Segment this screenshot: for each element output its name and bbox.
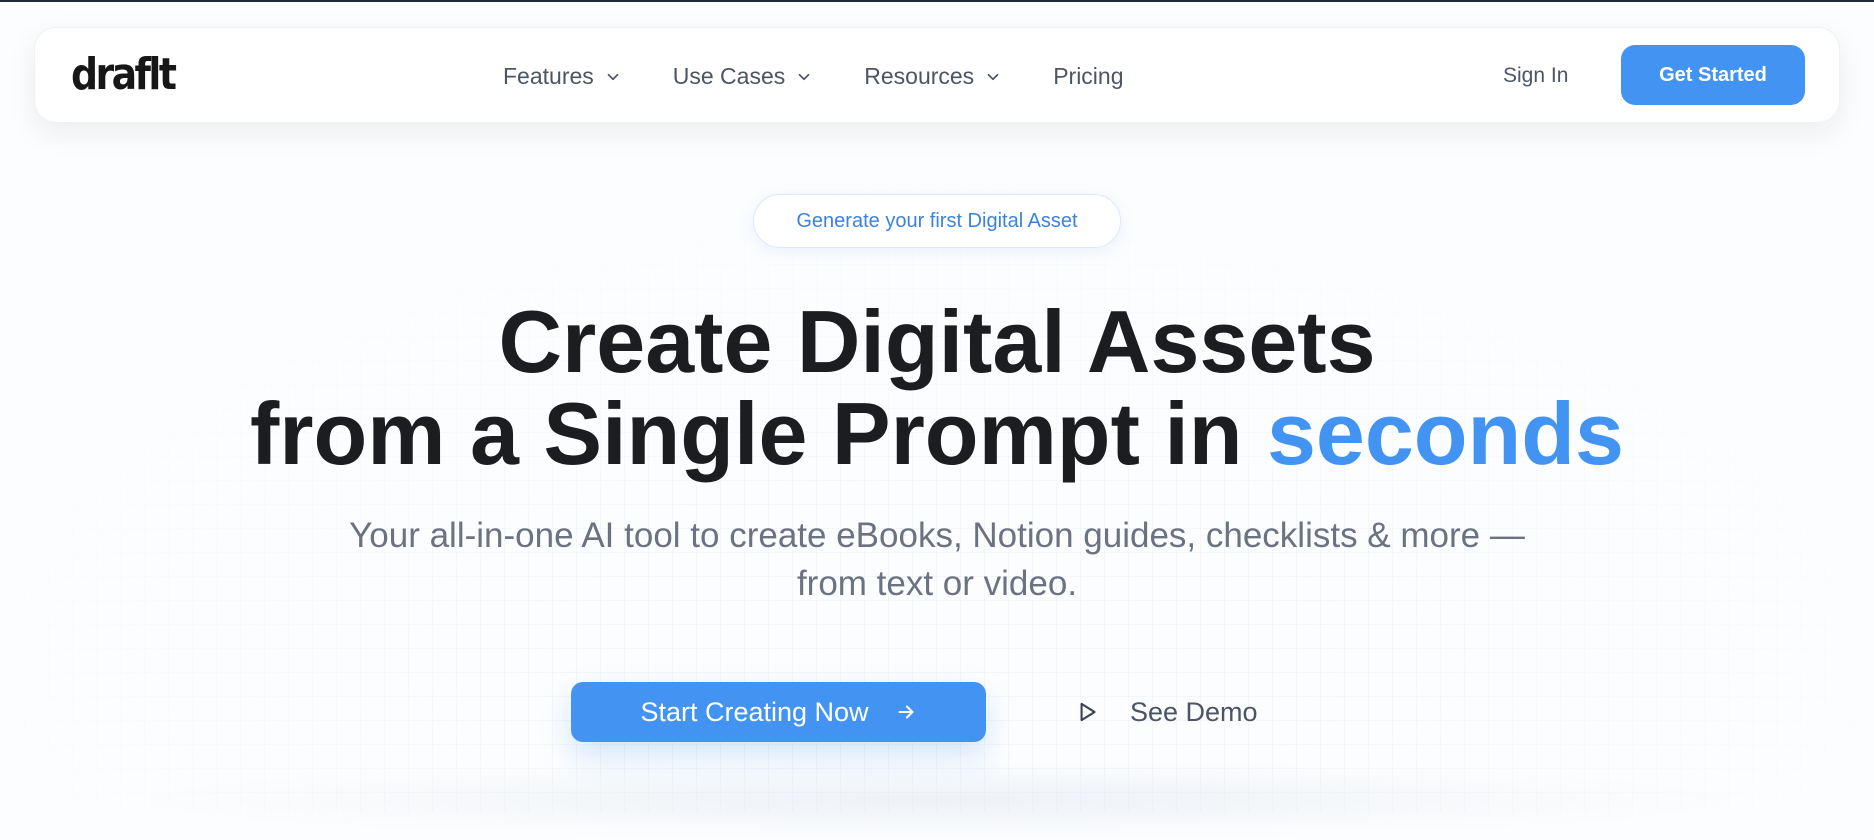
- nav-item-label: Resources: [864, 62, 975, 89]
- start-creating-label: Start Creating Now: [640, 696, 869, 727]
- subtitle-line-1: Your all-in-one AI tool to create eBooks…: [349, 516, 1525, 555]
- headline-line-1: Create Digital Assets: [498, 292, 1376, 391]
- play-icon: [1080, 702, 1096, 722]
- chevron-down-icon: [798, 73, 810, 81]
- nav-links: Features Use Cases Resources Pricing: [503, 28, 1124, 124]
- nav-item-label: Features: [503, 62, 594, 89]
- hero-headline: Create Digital Assets from a Single Prom…: [0, 296, 1874, 480]
- logo[interactable]: draflt: [71, 50, 177, 100]
- sign-in-link[interactable]: Sign In: [1503, 28, 1568, 124]
- see-demo-label: See Demo: [1130, 696, 1258, 727]
- start-creating-button[interactable]: Start Creating Now: [571, 682, 986, 742]
- nav-item-use-cases[interactable]: Use Cases: [673, 63, 813, 90]
- hero-badge[interactable]: Generate your first Digital Asset: [753, 194, 1121, 248]
- chevron-down-icon: [607, 73, 619, 81]
- headline-line-2-text: from a Single Prompt in: [249, 384, 1267, 483]
- see-demo-button[interactable]: See Demo: [1068, 682, 1264, 742]
- top-border: [0, 0, 1874, 2]
- headline-line-2: from a Single Prompt in seconds: [0, 388, 1874, 480]
- nav-item-label: Use Cases: [672, 62, 786, 89]
- hero-subtitle: Your all-in-one AI tool to create eBooks…: [237, 512, 1637, 608]
- subtitle-line-2: from text or video.: [796, 564, 1078, 603]
- nav-item-label: Pricing: [1053, 62, 1124, 89]
- nav-item-pricing[interactable]: Pricing: [1053, 63, 1123, 90]
- headline-accent: seconds: [1266, 384, 1624, 483]
- navbar: draflt Features Use Cases Resources Pric…: [34, 27, 1840, 123]
- nav-item-resources[interactable]: Resources: [864, 63, 1002, 90]
- arrow-right-icon: [898, 705, 913, 719]
- chevron-down-icon: [987, 73, 999, 81]
- bottom-glow: [120, 760, 1754, 840]
- get-started-button[interactable]: Get Started: [1621, 45, 1805, 105]
- nav-item-features[interactable]: Features: [503, 63, 622, 90]
